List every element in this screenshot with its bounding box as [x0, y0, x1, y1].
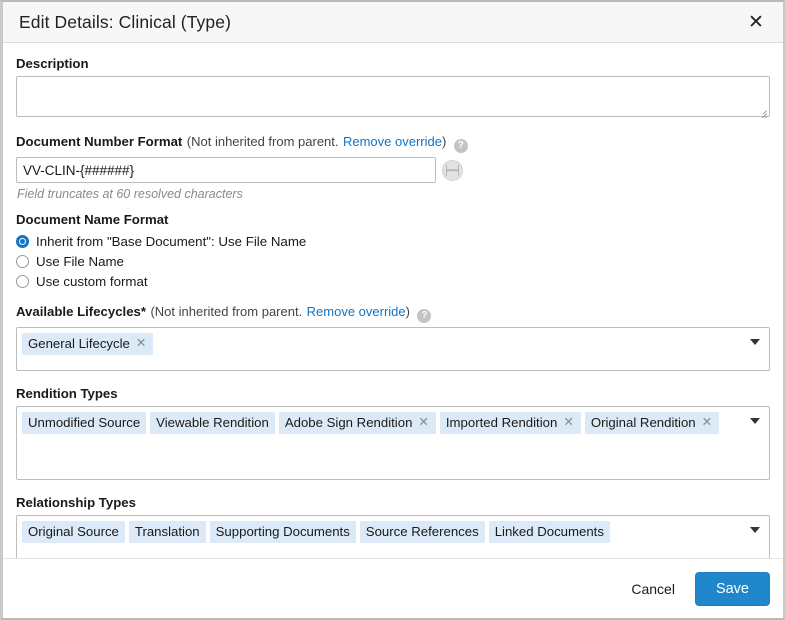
document-number-format-input-row [16, 157, 770, 183]
description-label: Description [16, 56, 89, 71]
tag-chip[interactable]: Viewable Rendition [150, 412, 275, 435]
document-name-format-block: Document Name Format Inherit from "Base … [16, 211, 770, 291]
available-lifecycles-tag-list: General Lifecycle ✕ [22, 333, 743, 356]
description-textarea-wrap [16, 76, 770, 122]
radio-dot-icon[interactable] [16, 235, 29, 248]
radio-label: Use custom format [36, 274, 148, 289]
tag-chip[interactable]: Unmodified Source [22, 412, 147, 435]
chevron-down-icon[interactable] [750, 339, 760, 345]
document-number-format-input[interactable] [16, 157, 436, 183]
description-label-row: Description [16, 55, 770, 72]
dialog-titlebar: Edit Details: Clinical (Type) ✕ [3, 2, 783, 43]
rendition-types-tag-list: Unmodified Source Viewable Rendition Adobe… [22, 412, 743, 435]
tag-chip[interactable]: Original Rendition ✕ [584, 412, 720, 435]
relationship-types-label: Relationship Types [16, 495, 136, 510]
remove-tag-icon[interactable]: ✕ [563, 416, 573, 429]
tag-label: Unmodified Source [28, 415, 141, 430]
dnf-inherit-note-prefix: (Not inherited from parent. [186, 134, 339, 149]
available-lifecycles-label: Available Lifecycles* [16, 304, 146, 319]
al-remove-override-link[interactable]: Remove override [307, 304, 406, 319]
tag-chip[interactable]: Supporting Documents [209, 521, 356, 544]
tag-chip[interactable]: Source References [359, 521, 485, 544]
radio-label: Inherit from "Base Document": Use File N… [36, 234, 307, 249]
document-number-format-label: Document Number Format [16, 134, 183, 149]
relationship-types-token-field[interactable]: Original Source Translation Supporting Doc… [16, 515, 770, 558]
tag-chip[interactable]: General Lifecycle ✕ [22, 333, 154, 356]
dialog-title: Edit Details: Clinical (Type) [19, 11, 231, 32]
description-field-block: Description [16, 55, 770, 122]
document-name-format-radio-group: Inherit from "Base Document": Use File N… [16, 232, 770, 291]
available-lifecycles-token-field[interactable]: General Lifecycle ✕ [16, 327, 770, 371]
tag-chip[interactable]: Original Source [22, 521, 125, 544]
rendition-types-block: Rendition Types Unmodified Source Viewabl… [16, 385, 770, 480]
al-inherit-note-prefix: (Not inherited from parent. [150, 304, 303, 319]
available-lifecycles-block: Available Lifecycles* (Not inherited fro… [16, 303, 770, 371]
rendition-types-token-field[interactable]: Unmodified Source Viewable Rendition Adobe… [16, 406, 770, 480]
tag-label: Viewable Rendition [156, 415, 269, 430]
cancel-button[interactable]: Cancel [627, 575, 679, 603]
dnf-inherit-note-suffix: ) [441, 134, 447, 149]
tag-label: Adobe Sign Rendition [284, 415, 413, 430]
document-number-format-helper-text: Field truncates at 60 resolved character… [17, 187, 243, 201]
rendition-types-label: Rendition Types [16, 386, 118, 401]
remove-tag-icon[interactable]: ✕ [418, 416, 428, 429]
tag-chip[interactable]: Adobe Sign Rendition ✕ [278, 412, 436, 435]
relationship-types-block: Relationship Types Original Source Transl… [16, 494, 770, 558]
radio-dot-icon[interactable] [16, 255, 29, 268]
al-inherit-note-suffix: ) [405, 304, 410, 319]
dialog-body: Description Document Number Format (Not … [3, 43, 783, 558]
tag-label: Source References [365, 524, 479, 539]
dialog-footer: Cancel Save [3, 558, 783, 618]
tag-label: Original Rendition [590, 415, 696, 430]
remove-tag-icon[interactable]: ✕ [136, 337, 146, 350]
relationship-types-tag-list: Original Source Translation Supporting Doc… [22, 521, 743, 544]
radio-option-inherit[interactable]: Inherit from "Base Document": Use File N… [16, 232, 770, 251]
remove-tag-icon[interactable]: ✕ [702, 416, 712, 429]
tag-chip[interactable]: Imported Rendition ✕ [439, 412, 581, 435]
save-button[interactable]: Save [694, 571, 770, 606]
dnf-remove-override-link[interactable]: Remove override [343, 134, 442, 149]
relationship-types-label-row: Relationship Types [16, 494, 770, 511]
available-lifecycles-label-row: Available Lifecycles* (Not inherited fro… [16, 303, 770, 323]
chevron-down-icon[interactable] [750, 418, 760, 424]
tag-chip[interactable]: Translation [128, 521, 206, 544]
rendition-types-label-row: Rendition Types [16, 385, 770, 402]
tag-label: General Lifecycle [28, 336, 130, 351]
description-input[interactable] [16, 76, 770, 117]
chevron-down-icon[interactable] [750, 527, 760, 533]
tag-label: Supporting Documents [215, 524, 350, 539]
help-icon[interactable]: ? [453, 139, 468, 153]
tag-label: Linked Documents [494, 524, 604, 539]
document-number-format-label-row: Document Number Format (Not inherited fr… [16, 133, 770, 153]
close-icon[interactable]: ✕ [743, 9, 769, 35]
radio-dot-icon[interactable] [16, 275, 29, 288]
document-name-format-label: Document Name Format [16, 212, 169, 227]
insert-token-icon [442, 159, 463, 181]
tag-label: Translation [134, 524, 200, 539]
radio-option-use-custom-format[interactable]: Use custom format [16, 272, 770, 291]
radio-option-use-file-name[interactable]: Use File Name [16, 252, 770, 271]
tag-label: Imported Rendition [445, 415, 558, 430]
document-name-format-label-row: Document Name Format [16, 211, 770, 228]
tag-label: Original Source [28, 524, 119, 539]
tag-chip[interactable]: Linked Documents [488, 521, 610, 544]
help-icon[interactable]: ? [417, 309, 432, 323]
document-number-format-block: Document Number Format (Not inherited fr… [16, 133, 770, 201]
edit-details-dialog: Edit Details: Clinical (Type) ✕ Descript… [0, 0, 785, 620]
radio-label: Use File Name [36, 254, 124, 269]
